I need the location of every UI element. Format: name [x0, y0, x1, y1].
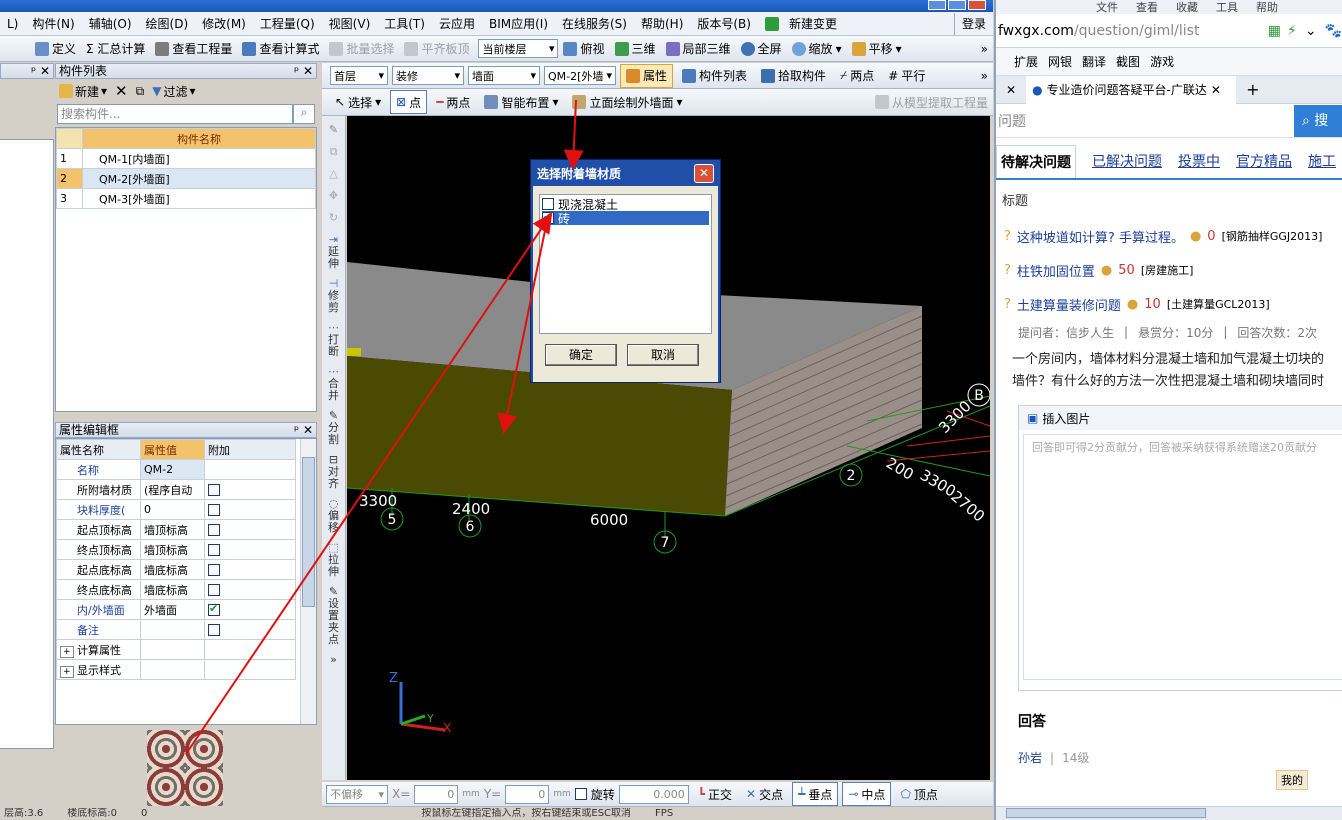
insert-image-button[interactable]: ▣ 插入图片: [1019, 406, 1342, 430]
perpendicular-button[interactable]: ┷ 垂点: [792, 782, 839, 806]
browser-menu-help[interactable]: 帮助: [1256, 0, 1278, 15]
mid-icon: ⊸: [848, 787, 859, 801]
tab-official[interactable]: 官方精品: [1236, 151, 1292, 171]
browser-hscrollbar[interactable]: [996, 806, 1342, 820]
snap-toolbar: 不偏移 ▾ X= 0 mm Y= 0 mm 旋转 0.000 ┗ 正交 ✕ 交点 ┷ 垂…: [322, 782, 993, 807]
status-floor-height: 层高:3.6: [4, 808, 44, 819]
question-meta: 提问者：信步人生 | 悬赏分：10分 | 回答次数：2次: [1018, 325, 1318, 340]
close-icon[interactable]: ✕: [996, 83, 1026, 97]
coin-icon: ●: [1126, 296, 1139, 312]
question-link[interactable]: 这种坡道如计算? 手算过程。: [1017, 227, 1184, 246]
x-label: X=: [392, 787, 411, 801]
offset-select[interactable]: 不偏移 ▾: [326, 784, 388, 804]
tab-solved[interactable]: 已解决问题: [1092, 151, 1162, 171]
site-search: 问题 ⌕ 搜: [996, 104, 1342, 138]
answer-textarea[interactable]: 回答即可得2分贡献分，回答被采纳获得系统赠送20贡献分: [1023, 434, 1342, 680]
arrow-to-dialog: [563, 99, 584, 170]
tab-strip: ✕ ● 专业造价问题答疑平台-广联达 ✕ +: [996, 75, 1342, 104]
list-header: 标题: [1002, 194, 1029, 209]
rotate-checkbox[interactable]: [574, 788, 587, 800]
address-bar[interactable]: fwxgx.com/question/giml/list ▦ ⚡ ⌄ 🐾: [996, 14, 1342, 48]
browser-menu: 文件 查看 收藏 工具 帮助: [996, 0, 1342, 14]
question-icon: ?: [1004, 262, 1011, 278]
question-list: ? 这种坡道如计算? 手算过程。 ● 0 [钢筋抽样GGJ2013] ? 柱铁加固位置 ● 5…: [996, 219, 1342, 321]
browser-menu-view[interactable]: 查看: [1136, 0, 1158, 15]
url-host: fwxgx.com: [998, 22, 1074, 39]
annotation-arrows: [185, 99, 584, 755]
fav-bank[interactable]: 网银: [1048, 53, 1072, 70]
status-bar: 层高:3.6 楼底标高:0 0 按鼠标左键指定插入点，按右键结束或ESC取消 F…: [0, 808, 993, 820]
x-unit: mm: [462, 789, 480, 799]
y-unit: mm: [553, 789, 571, 799]
browser-menu-file[interactable]: 文件: [1096, 0, 1118, 15]
status-base-elev: 楼底标高:0: [67, 808, 118, 819]
tab-voting[interactable]: 投票中: [1178, 151, 1220, 171]
new-tab-button[interactable]: +: [1236, 80, 1269, 99]
question-item[interactable]: ? 这种坡道如计算? 手算过程。 ● 0 [钢筋抽样GGJ2013]: [996, 219, 1342, 253]
midpoint-button[interactable]: ⊸ 中点: [842, 782, 892, 806]
site-icon: ●: [1032, 82, 1043, 97]
answerer-level: 14级: [1062, 751, 1090, 765]
my-button[interactable]: 我的: [1276, 770, 1308, 790]
chevron-down-icon: ▾: [378, 787, 384, 801]
site-search-input[interactable]: 问题: [996, 111, 1294, 131]
answer-section-title: 回答: [1018, 714, 1046, 730]
tab-unsolved[interactable]: 待解决问题: [996, 144, 1076, 178]
question-tabs: 待解决问题 已解决问题 投票中 官方精品 施工: [996, 144, 1342, 180]
question-item[interactable]: ? 柱铁加固位置 ● 50 [房建施工]: [996, 253, 1342, 287]
site-search-button[interactable]: ⌕ 搜: [1294, 104, 1342, 137]
favorites-bar: 扩展 网银 翻译 截图 游戏: [996, 48, 1342, 76]
intersect-icon: ✕: [746, 787, 757, 801]
angle-input[interactable]: 0.000: [618, 784, 689, 804]
rotate-label: 旋转: [590, 787, 615, 802]
url-path: /question/giml/list: [1073, 22, 1200, 39]
browser-menu-tools[interactable]: 工具: [1216, 0, 1238, 15]
question-icon: ?: [1004, 228, 1011, 244]
coin-icon: ●: [1100, 262, 1113, 278]
arrow-to-wall: [497, 215, 549, 434]
answer-count: 回答次数：2次: [1237, 325, 1318, 340]
ortho-button[interactable]: ┗ 正交: [693, 782, 737, 806]
question-link[interactable]: 柱铁加固位置: [1017, 261, 1095, 280]
qr-icon[interactable]: ▦: [1268, 23, 1281, 39]
browser-window: 文件 查看 收藏 工具 帮助 fwxgx.com/question/giml/l…: [994, 0, 1342, 820]
answerer-link[interactable]: 孙岩: [1018, 749, 1042, 766]
fav-games[interactable]: 游戏: [1150, 53, 1174, 70]
browser-menu-fav[interactable]: 收藏: [1176, 0, 1198, 15]
ortho-icon: ┗: [697, 787, 706, 801]
answer-editor: ▣ 插入图片 回答即可得2分贡献分，回答被采纳获得系统赠送20贡献分: [1018, 405, 1342, 691]
vertex-icon: ⬠: [900, 787, 911, 801]
perp-icon: ┷: [798, 787, 806, 801]
status-zero: 0: [141, 808, 148, 819]
status-fps: FPS: [655, 808, 674, 819]
question-link[interactable]: 土建算量装修问题: [1017, 295, 1121, 314]
question-item[interactable]: ? 土建算量装修问题 ● 10 [土建算量GCL2013]: [996, 287, 1342, 321]
y-input[interactable]: 0: [505, 784, 550, 804]
coin-icon: ●: [1189, 228, 1202, 244]
intersect-button[interactable]: ✕ 交点: [741, 782, 788, 806]
speed-icon[interactable]: ⚡: [1287, 23, 1297, 39]
vertex-button[interactable]: ⬠ 顶点: [895, 782, 942, 806]
image-icon: ▣: [1027, 411, 1039, 425]
question-icon: ?: [1004, 296, 1011, 312]
y-label: Y=: [483, 787, 502, 801]
close-icon[interactable]: ✕: [1211, 83, 1221, 97]
search-icon: ⌕: [1302, 112, 1310, 129]
baidu-icon[interactable]: 🐾: [1325, 23, 1342, 39]
reward: 悬赏分：10分: [1138, 325, 1214, 340]
browser-tab-active[interactable]: ● 专业造价问题答疑平台-广联达 ✕: [1026, 75, 1237, 104]
fav-screenshot[interactable]: 截图: [1116, 53, 1140, 70]
question-body: 一个房间内，墙体材料分混凝土墙和加气混凝土切块的墙件？有什么好的方法一次性把混凝…: [1012, 352, 1325, 389]
answerer-row: 孙岩 | 14级: [1018, 749, 1090, 766]
tab-construction[interactable]: 施工: [1308, 151, 1336, 171]
status-hint: 按鼠标左键指定插入点，按右键结束或ESC取消: [421, 808, 632, 819]
x-input[interactable]: 0: [414, 784, 459, 804]
chevron-down-icon[interactable]: ⌄: [1305, 23, 1317, 39]
asker: 提问者：信步人生: [1018, 325, 1115, 340]
fav-translate[interactable]: 翻译: [1082, 53, 1106, 70]
fav-extensions[interactable]: 扩展: [1014, 53, 1038, 70]
arrow-to-brick-option: [185, 212, 553, 755]
scroll-thumb[interactable]: [1006, 808, 1206, 818]
